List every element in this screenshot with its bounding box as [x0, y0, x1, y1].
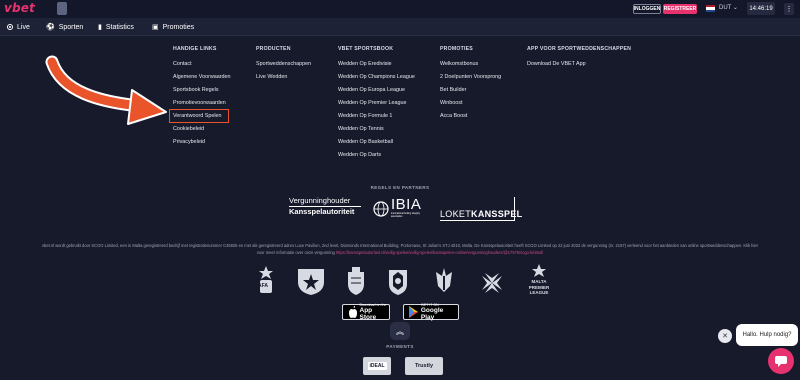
loket-kansspel-logo[interactable]: LOKETKANSSPEL	[440, 197, 522, 221]
ideal-label: iDEAL	[367, 362, 387, 370]
argentina-fa-crest-icon: AFA	[256, 266, 276, 294]
google-play-button[interactable]: GET IT ON Google Play	[403, 303, 459, 321]
ideal-payment-logo: iDEAL	[363, 357, 391, 375]
nice-crest-icon	[389, 270, 407, 295]
loket-a: LOKET	[440, 209, 472, 219]
trustly-label: Trustly	[414, 363, 434, 369]
ibia-globe-icon	[373, 201, 389, 217]
ksa-line1: Vergunninghouder	[289, 196, 351, 205]
payments-title: PAYMENTS	[386, 344, 414, 349]
botafogo-crest-icon	[298, 269, 324, 295]
ibia-name: IBIA	[391, 196, 422, 213]
legal-text: vbet.nl wordt gebruikt door SCGO Limited…	[40, 242, 760, 256]
chat-button[interactable]	[768, 348, 794, 374]
ksa-logo[interactable]: Vergunninghouder Kansspelautoriteit	[289, 197, 361, 221]
loket-b: KANSSPEL	[471, 209, 523, 219]
partners-title: REGELS EN PARTNERS	[370, 185, 430, 190]
monaco-crest-icon	[348, 267, 364, 295]
ibia-logo[interactable]: IBIA International betting integrity ass…	[373, 197, 431, 221]
close-icon[interactable]: ✕	[718, 329, 732, 343]
google-play-big: Google Play	[420, 307, 444, 321]
ibia-sub: International betting integrity associat…	[391, 213, 420, 218]
chat-message-bubble[interactable]: Hallo. Hulp nodig?	[736, 324, 798, 346]
legal-link[interactable]: https://kansspelautoriteit.nl/veilig-spe…	[336, 250, 543, 255]
app-store-big: App Store	[359, 307, 377, 321]
afa-label: AFA	[258, 283, 268, 289]
ksa-line2: Kansspelautoriteit	[289, 207, 355, 216]
apple-icon	[349, 306, 357, 318]
scroll-to-top-button[interactable]: ︽	[390, 322, 410, 340]
chevron-up-icon: ︽	[396, 326, 404, 336]
malta-cross-icon	[482, 273, 502, 293]
malta-premier-league-icon: MALTA PREMIER LEAGUE	[522, 264, 556, 300]
chat-icon	[775, 356, 787, 367]
malta-pl-label: MALTA PREMIER LEAGUE	[528, 279, 550, 295]
ukraine-crest-icon	[436, 268, 452, 292]
trustly-payment-logo: Trustly	[405, 357, 443, 375]
google-play-icon	[409, 306, 418, 318]
app-store-button[interactable]: Download on the App Store	[342, 303, 390, 321]
